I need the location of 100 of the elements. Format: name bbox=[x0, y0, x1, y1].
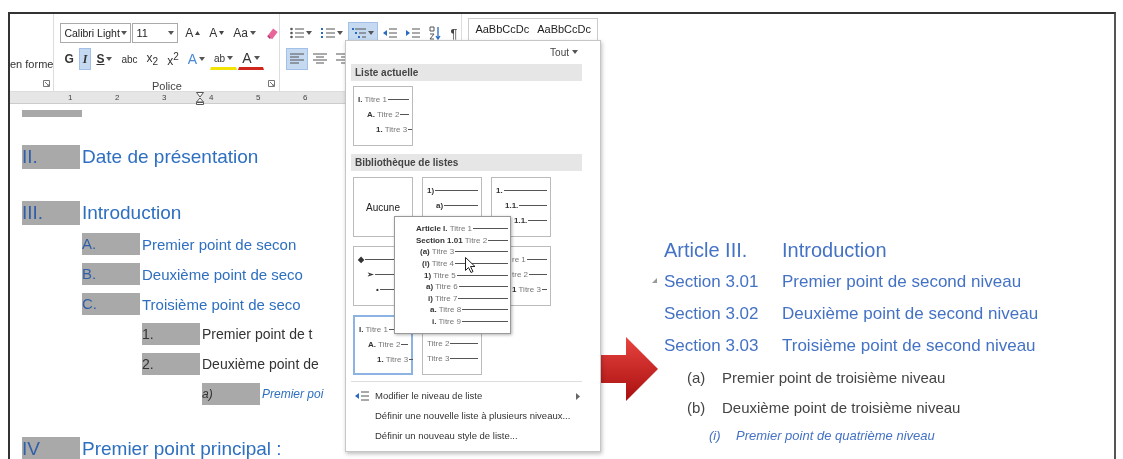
section-header: Bibliothèque de listes bbox=[351, 154, 582, 171]
text-effects-button[interactable]: A bbox=[183, 48, 210, 70]
superscript-button[interactable]: x$^{2}$ bbox=[163, 48, 183, 70]
thumbnail-text: I. Titre 1 bbox=[358, 95, 387, 104]
bold-button[interactable]: G bbox=[60, 48, 78, 70]
caret-icon bbox=[168, 31, 175, 35]
grow-font-button[interactable]: A bbox=[181, 22, 205, 44]
heading-text: Deuxième point de troisième niveau bbox=[722, 398, 961, 416]
thumbnail-text: a) bbox=[436, 201, 444, 210]
heading-text: Troisième point de seco bbox=[142, 295, 301, 313]
list-number: II. bbox=[22, 145, 80, 169]
heading-text: Premier point de quatrième niveau bbox=[736, 428, 935, 443]
heading-text: Introduction bbox=[82, 202, 182, 224]
menu-item[interactable]: Définir un nouveau style de liste... bbox=[351, 426, 582, 446]
mouse-pointer-icon bbox=[465, 257, 476, 273]
list-number: A. bbox=[82, 233, 140, 255]
subscript-button[interactable]: x$_{2}$ bbox=[142, 48, 163, 70]
heading-text: Deuxième point de bbox=[202, 356, 319, 372]
preview-text: Section 1.01 Titre 2 bbox=[416, 235, 488, 245]
ruler-number: 6 bbox=[303, 92, 309, 103]
list-number: (b) bbox=[687, 398, 707, 416]
ruler-number: 4 bbox=[209, 92, 215, 103]
list-style-thumbnail[interactable]: I. Titre 1 A. Titre 2 1. Titre 3 bbox=[353, 86, 413, 146]
font-size-field[interactable]: 11 bbox=[132, 23, 179, 43]
thumbnail-text: 1 Titre 3 bbox=[512, 285, 541, 294]
caret-icon bbox=[199, 57, 206, 61]
align-left-icon bbox=[290, 53, 305, 65]
underline-button[interactable]: S bbox=[92, 48, 117, 70]
list-level-icon bbox=[355, 391, 369, 401]
number-highlight bbox=[22, 110, 82, 117]
list-style-thumbnail[interactable]: Aucune bbox=[353, 177, 413, 237]
list-number: Section 3.01 bbox=[664, 272, 760, 292]
preview-text: a) Titre 6 bbox=[426, 282, 458, 292]
heading-text: Troisième point de second niveau bbox=[782, 336, 1036, 356]
show-marks-button[interactable]: ¶ bbox=[446, 22, 462, 44]
section-header: Liste actuelle bbox=[351, 64, 582, 81]
list-number: Article III. bbox=[664, 238, 749, 262]
ruler-number: 1 bbox=[68, 92, 74, 103]
collapse-triangle-icon[interactable] bbox=[652, 278, 657, 283]
numbered-list-icon bbox=[321, 27, 336, 39]
caret-icon bbox=[572, 50, 578, 54]
thumbnail-text: re 1 bbox=[512, 255, 526, 264]
sort-icon bbox=[429, 26, 442, 40]
thumbnail-text: tre 2 bbox=[512, 270, 528, 279]
dialog-launcher-icon[interactable] bbox=[268, 80, 276, 87]
shrink-font-button[interactable]: A bbox=[205, 22, 229, 44]
thumbnail-text: 1.1. bbox=[514, 216, 528, 225]
menu-item[interactable]: Définir une nouvelle liste à plusieurs niveaux... bbox=[351, 406, 582, 426]
thumbnail-text: • bbox=[376, 285, 379, 294]
strike-button[interactable]: abc bbox=[117, 48, 142, 70]
ruler-number: 5 bbox=[256, 92, 262, 103]
list-number: 2. bbox=[142, 353, 200, 375]
filter-dropdown[interactable]: Tout bbox=[351, 44, 578, 60]
list-number: (i) bbox=[709, 428, 722, 443]
align-center-icon bbox=[313, 53, 328, 65]
preview-text: 1) Titre 5 bbox=[424, 270, 456, 280]
change-case-button[interactable]: Aa bbox=[229, 22, 260, 44]
heading-text: Deuxième point de seco bbox=[142, 265, 303, 283]
thumbnail-text: 1) bbox=[427, 186, 435, 195]
caret-icon bbox=[106, 57, 113, 61]
caret-icon bbox=[368, 31, 375, 35]
ruler-number: 2 bbox=[115, 92, 121, 103]
list-number: 1. bbox=[142, 323, 200, 345]
preview-text: i. Titre 9 bbox=[432, 317, 461, 327]
menu-item[interactable]: Modifier le niveau de liste bbox=[351, 386, 582, 406]
list-number: B. bbox=[82, 263, 140, 285]
font-color-button[interactable]: A bbox=[238, 48, 264, 70]
highlight-button[interactable]: ab bbox=[210, 48, 238, 70]
list-number: IV bbox=[22, 437, 80, 459]
caret-icon bbox=[337, 31, 344, 35]
heading-text: Deuxième point de second niveau bbox=[782, 304, 1039, 324]
style-preview[interactable]: AaBbCcDc bbox=[475, 23, 530, 35]
heading-text: Introduction bbox=[782, 238, 887, 262]
heading-text: Premier point de troisième niveau bbox=[722, 368, 946, 386]
decrease-indent-icon bbox=[383, 27, 398, 39]
list-number: Section 3.03 bbox=[664, 336, 760, 356]
group-label: en forme bbox=[10, 58, 54, 70]
thumbnail-text: A. Titre 2 bbox=[367, 110, 400, 119]
caret-icon bbox=[227, 56, 234, 60]
italic-button[interactable]: I bbox=[78, 48, 92, 70]
preview-text: (a) Titre 3 bbox=[420, 247, 455, 257]
caret-icon bbox=[195, 31, 201, 35]
dialog-launcher-icon[interactable] bbox=[43, 80, 51, 87]
heading-text: Premier point principal : bbox=[82, 438, 282, 459]
heading-text: Premier point de second niveau bbox=[782, 272, 1022, 292]
thumbnail-text: I. Titre 1 bbox=[359, 325, 388, 334]
align-left-button[interactable] bbox=[286, 48, 309, 70]
list-style-thumbnail[interactable]: I. Titre 1 A. Titre 2 1. Titre 3 bbox=[353, 315, 413, 375]
heading-text: Date de présentation bbox=[82, 146, 259, 168]
thumbnail-text: ◆ bbox=[358, 255, 364, 264]
style-preview[interactable]: AaBbCcDc bbox=[537, 23, 591, 35]
caret-icon bbox=[306, 31, 313, 35]
thumbnail-text: ➢ bbox=[367, 270, 374, 279]
indent-marker-icon[interactable] bbox=[196, 92, 204, 105]
font-name-field[interactable]: Calibri Light bbox=[60, 23, 132, 43]
thumbnail-text: A. Titre 2 bbox=[368, 340, 401, 349]
thumbnail-text: 1. bbox=[496, 186, 503, 195]
thumbnail-text: Titre 3 bbox=[427, 354, 450, 363]
thumbnail-text: 1.1. bbox=[505, 201, 519, 210]
preview-text: (i) Titre 4 bbox=[422, 259, 454, 269]
